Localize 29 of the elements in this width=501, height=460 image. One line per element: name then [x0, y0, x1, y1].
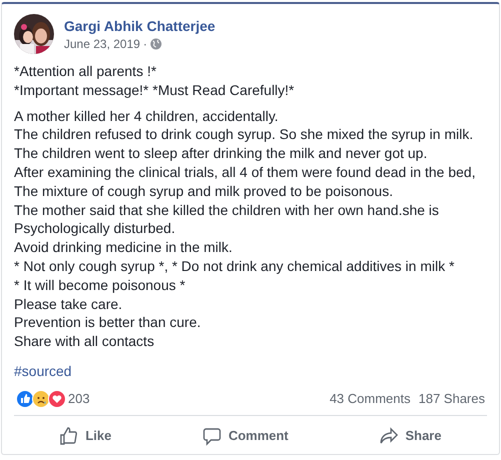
shares-link[interactable]: 187 Shares	[418, 391, 485, 406]
post-text: The mixture of cough syrup and milk proved to be poisonous.	[14, 182, 394, 201]
post-text: *Important message!* *Must Read Carefully!*	[14, 80, 296, 100]
comment-button[interactable]: Comment	[192, 420, 298, 452]
reaction-count[interactable]: 203	[68, 391, 90, 406]
hashtag-link[interactable]: #sourced	[14, 362, 72, 379]
post-text: The children refused to drink cough syrup. So she mixed the syrup in milk.	[14, 125, 474, 144]
post-text: Avoid drinking medicine in the milk.	[14, 238, 234, 257]
post-text: Prevention is better than cure.	[14, 313, 202, 332]
post-text: Please take care.	[14, 294, 124, 314]
post-date[interactable]: June 23, 2019	[64, 36, 140, 50]
thumbs-up-icon	[59, 426, 80, 446]
post-text: Psychologically disturbed.	[14, 219, 176, 238]
post-text: A mother killed her 4 children, accidentally.	[14, 106, 280, 126]
post-text: After examining the clinical trials, all 4 of them were found dead in the bed,	[14, 162, 476, 182]
separator: ·	[143, 36, 148, 50]
share-arrow-icon	[379, 426, 400, 446]
post-text: * It will become poisonous *	[14, 276, 186, 295]
post-text: The mother said that she killed the children with her own hand.she is	[14, 200, 440, 220]
post-text: The children went to sleep after drinking the milk and never got up.	[14, 144, 428, 163]
comments-link[interactable]: 43 Comments	[330, 391, 410, 406]
share-button[interactable]: Share	[369, 420, 452, 452]
like-button[interactable]: Like	[49, 420, 122, 452]
post-text: *Attention all parents !*	[14, 62, 158, 81]
globe-icon	[150, 38, 162, 50]
author-name[interactable]: Gargi Abhik Chatterjee	[64, 18, 216, 34]
speech-bubble-icon	[202, 426, 222, 446]
post-text: Share with all contacts	[14, 332, 156, 351]
post-text: * Not only cough syrup *, * Do not drink any chemical additives in milk *	[14, 256, 456, 276]
